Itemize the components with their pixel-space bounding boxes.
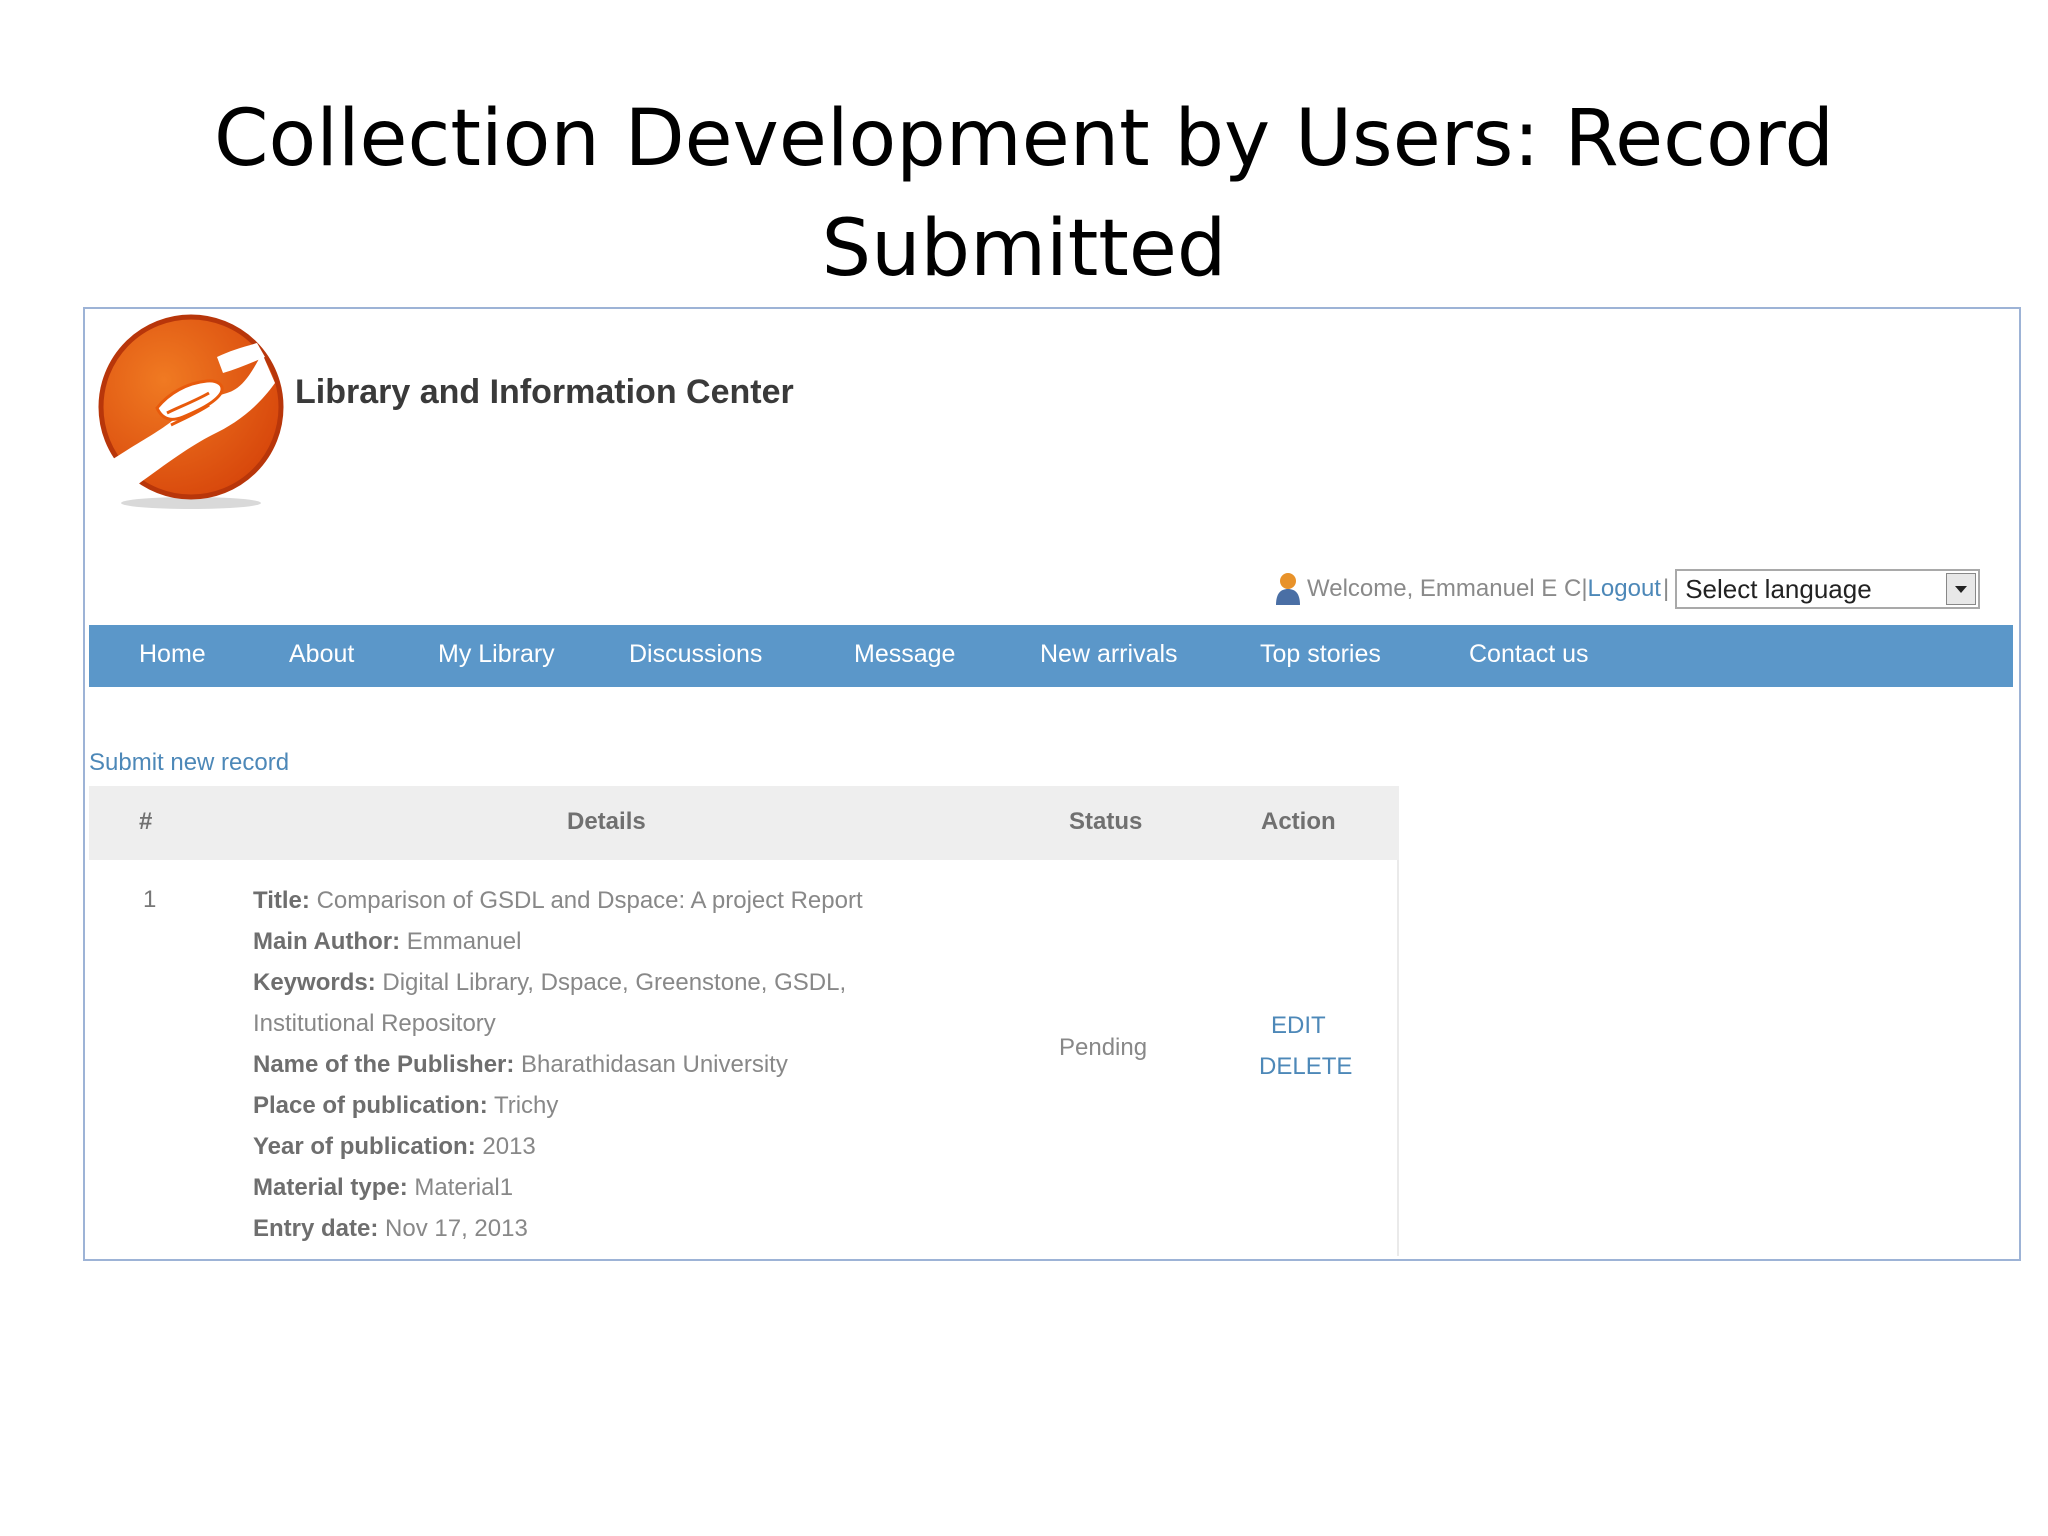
field-label: Material type: bbox=[253, 1174, 408, 1201]
nav-item-home[interactable]: Home bbox=[139, 640, 206, 669]
nav-item-message[interactable]: Message bbox=[854, 640, 955, 669]
user-icon bbox=[1275, 571, 1301, 607]
user-bar: Welcome, Emmanuel E C | Logout | Select … bbox=[1275, 569, 1981, 609]
field-label: Main Author: bbox=[253, 928, 401, 955]
column-header-action: Action bbox=[1261, 808, 1336, 835]
field-label: Place of publication: bbox=[253, 1092, 488, 1119]
delete-link[interactable]: DELETE bbox=[1259, 1053, 1352, 1081]
field-value: Digital Library, Dspace, Greenstone, GSD… bbox=[375, 969, 847, 996]
field-value: Bharathidasan University bbox=[514, 1051, 788, 1078]
field-value: Comparison of GSDL and Dspace: A project… bbox=[309, 887, 863, 914]
status-value: Pending bbox=[1059, 1034, 1148, 1061]
field-value: Material1 bbox=[407, 1174, 514, 1201]
column-header-status: Status bbox=[1069, 808, 1143, 835]
welcome-text: Welcome, Emmanuel E C bbox=[1307, 575, 1582, 602]
detail-entry-date: Entry date: Nov 17, 2013 bbox=[253, 1208, 863, 1249]
nav-item-discussions[interactable]: Discussions bbox=[629, 640, 762, 669]
field-label: Year of publication: bbox=[253, 1133, 476, 1160]
table-header: # Details Status Action bbox=[89, 786, 1399, 860]
helping-hands-logo-icon bbox=[98, 314, 284, 509]
nav-item-new-arrivals[interactable]: New arrivals bbox=[1040, 640, 1178, 669]
nav-item-my-library[interactable]: My Library bbox=[438, 640, 555, 669]
field-value: Trichy bbox=[487, 1092, 559, 1119]
slide-title: Collection Development by Users: Record … bbox=[0, 84, 2048, 304]
field-value: Emmanuel bbox=[400, 928, 522, 955]
language-select[interactable]: Select language bbox=[1675, 569, 1981, 609]
slide-title-line-2: Submitted bbox=[821, 204, 1227, 294]
site-logo[interactable] bbox=[97, 313, 285, 513]
detail-main-author: Main Author: Emmanuel bbox=[253, 921, 863, 962]
separator: | bbox=[1662, 575, 1670, 602]
column-header-num: # bbox=[139, 808, 153, 835]
nav-item-about[interactable]: About bbox=[289, 640, 354, 669]
detail-keywords: Keywords: Digital Library, Dspace, Green… bbox=[253, 962, 863, 1003]
edit-link[interactable]: EDIT bbox=[1271, 1012, 1326, 1040]
detail-material-type: Material type: Material1 bbox=[253, 1167, 863, 1208]
field-label: Title: bbox=[253, 887, 310, 914]
nav-item-contact-us[interactable]: Contact us bbox=[1469, 640, 1589, 669]
detail-keywords-cont: Institutional Repository bbox=[253, 1003, 863, 1044]
browser-screenshot-frame: Library and Information Center Welcome, … bbox=[83, 307, 2021, 1261]
row-number: 1 bbox=[143, 886, 157, 913]
main-nav: Home About My Library Discussions Messag… bbox=[89, 625, 2013, 687]
slide-title-line-1: Collection Development by Users: Record bbox=[214, 94, 1834, 184]
logout-link[interactable]: Logout bbox=[1588, 575, 1661, 603]
submit-new-record-link[interactable]: Submit new record bbox=[89, 749, 289, 777]
nav-item-top-stories[interactable]: Top stories bbox=[1260, 640, 1381, 669]
field-label: Entry date: bbox=[253, 1215, 379, 1242]
detail-year: Year of publication: 2013 bbox=[253, 1126, 863, 1167]
chevron-down-icon[interactable] bbox=[1946, 573, 1977, 605]
field-label: Name of the Publisher: bbox=[253, 1051, 515, 1078]
language-select-value: Select language bbox=[1685, 573, 1872, 604]
detail-publisher: Name of the Publisher: Bharathidasan Uni… bbox=[253, 1044, 863, 1085]
field-value: 2013 bbox=[475, 1133, 536, 1160]
site-name: Library and Information Center bbox=[295, 373, 794, 411]
field-label: Keywords: bbox=[253, 969, 376, 996]
records-table: # Details Status Action 1 Title: Compari… bbox=[89, 786, 1399, 1256]
detail-title: Title: Comparison of GSDL and Dspace: A … bbox=[253, 880, 863, 921]
record-details: Title: Comparison of GSDL and Dspace: A … bbox=[253, 880, 863, 1249]
field-value: Nov 17, 2013 bbox=[378, 1215, 528, 1242]
detail-place: Place of publication: Trichy bbox=[253, 1085, 863, 1126]
field-value: Institutional Repository bbox=[253, 1010, 496, 1037]
column-header-details: Details bbox=[567, 808, 646, 835]
